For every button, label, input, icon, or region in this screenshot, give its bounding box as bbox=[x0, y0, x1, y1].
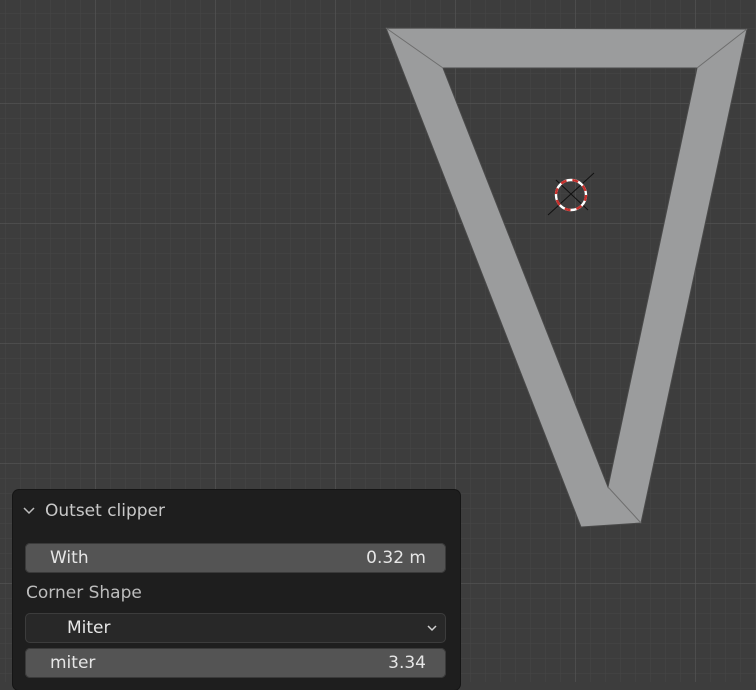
panel-header[interactable]: Outset clipper bbox=[21, 500, 165, 522]
width-field[interactable]: With 0.32 m bbox=[25, 543, 446, 573]
corner-shape-value: Miter bbox=[67, 618, 111, 638]
operator-panel: Outset clipper With 0.32 m Corner Shape … bbox=[13, 490, 460, 690]
miter-value: 3.34 bbox=[388, 653, 426, 673]
miter-field[interactable]: miter 3.34 bbox=[25, 648, 446, 678]
3d-viewport[interactable]: Outset clipper With 0.32 m Corner Shape … bbox=[0, 0, 756, 690]
chevron-down-icon[interactable] bbox=[21, 503, 37, 519]
width-label: With bbox=[50, 548, 89, 568]
chevron-down-icon bbox=[427, 625, 437, 632]
3d-cursor-icon[interactable] bbox=[547, 172, 595, 216]
miter-label: miter bbox=[50, 653, 96, 673]
corner-shape-label: Corner Shape bbox=[26, 583, 142, 603]
corner-shape-dropdown[interactable]: Miter bbox=[25, 613, 446, 643]
panel-title: Outset clipper bbox=[45, 501, 166, 521]
width-value: 0.32 m bbox=[366, 548, 426, 568]
outset-mesh[interactable] bbox=[385, 27, 748, 528]
